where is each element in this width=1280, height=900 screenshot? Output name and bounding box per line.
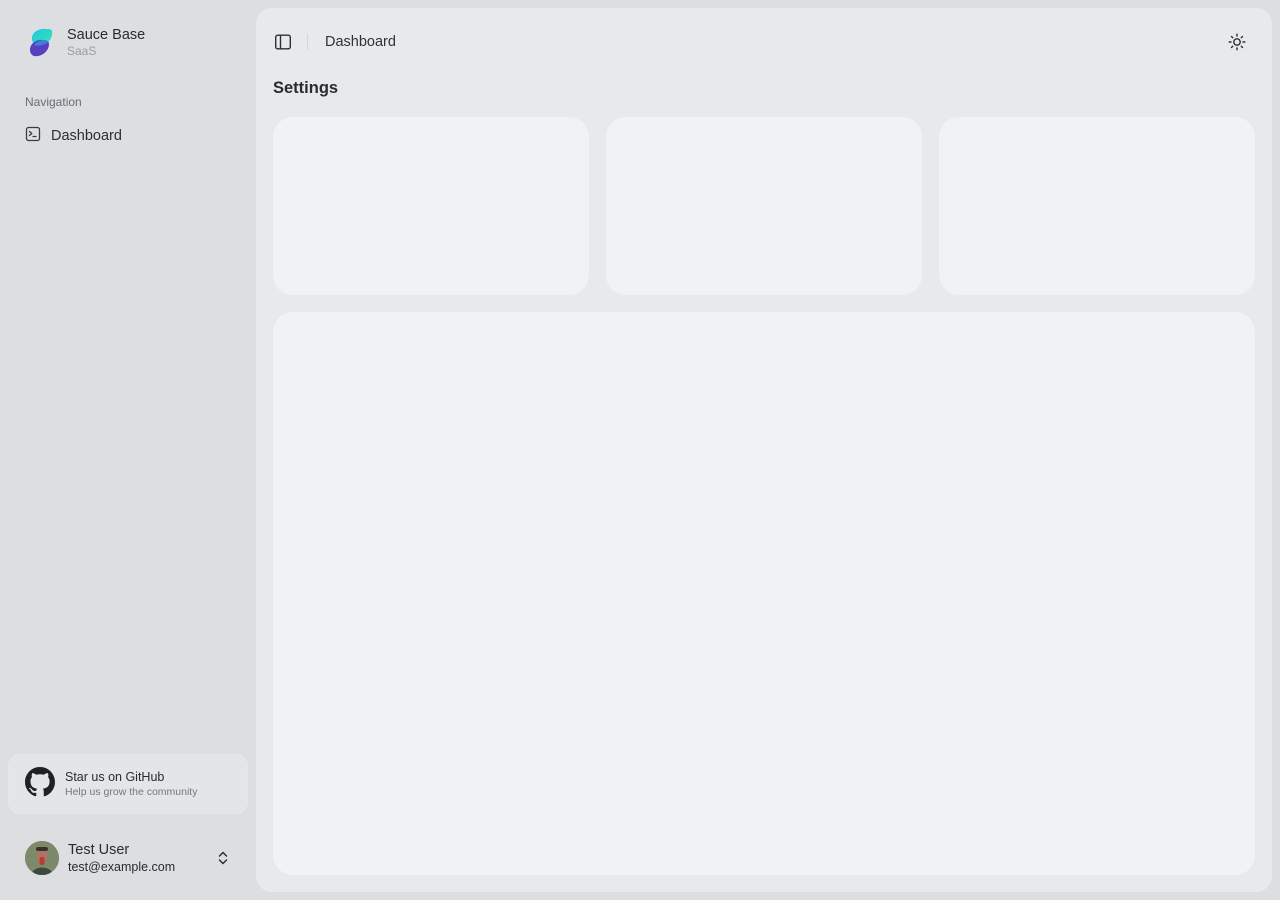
sun-icon[interactable] <box>1228 33 1246 51</box>
brand[interactable]: Sauce Base SaaS <box>25 25 145 59</box>
avatar <box>25 841 59 875</box>
panel-left-icon[interactable] <box>274 33 292 51</box>
sidebar-item-label: Dashboard <box>51 128 122 144</box>
sidebar: Sauce Base SaaS Navigation Dashboard Sta… <box>0 0 248 900</box>
sidebar-item-dashboard[interactable]: Dashboard <box>17 122 239 150</box>
github-star-card[interactable]: Star us on GitHub Help us grow the commu… <box>8 754 248 814</box>
stat-card-placeholder <box>939 117 1255 295</box>
header-divider <box>307 34 308 50</box>
stat-card-placeholder <box>273 117 589 295</box>
terminal-square-icon <box>25 126 41 147</box>
brand-name: Sauce Base <box>67 26 146 43</box>
chevrons-up-down-icon <box>215 848 231 868</box>
brand-subtitle: SaaS <box>67 43 97 58</box>
stat-card-placeholder <box>606 117 922 295</box>
main-panel: Dashboard Settings <box>256 8 1272 892</box>
github-icon <box>25 766 55 802</box>
content-card-placeholder <box>273 312 1255 875</box>
user-menu-button[interactable]: Test User test@example.com <box>17 834 239 882</box>
user-name: Test User <box>68 841 130 858</box>
brand-logo-icon <box>25 25 57 59</box>
page-title: Settings <box>273 79 339 97</box>
github-card-subtitle: Help us grow the community <box>65 786 198 798</box>
nav-heading: Navigation <box>25 95 82 109</box>
breadcrumb[interactable]: Dashboard <box>325 34 396 50</box>
github-card-title: Star us on GitHub <box>65 770 165 784</box>
user-email: test@example.com <box>68 859 176 874</box>
header: Dashboard <box>256 8 1272 76</box>
